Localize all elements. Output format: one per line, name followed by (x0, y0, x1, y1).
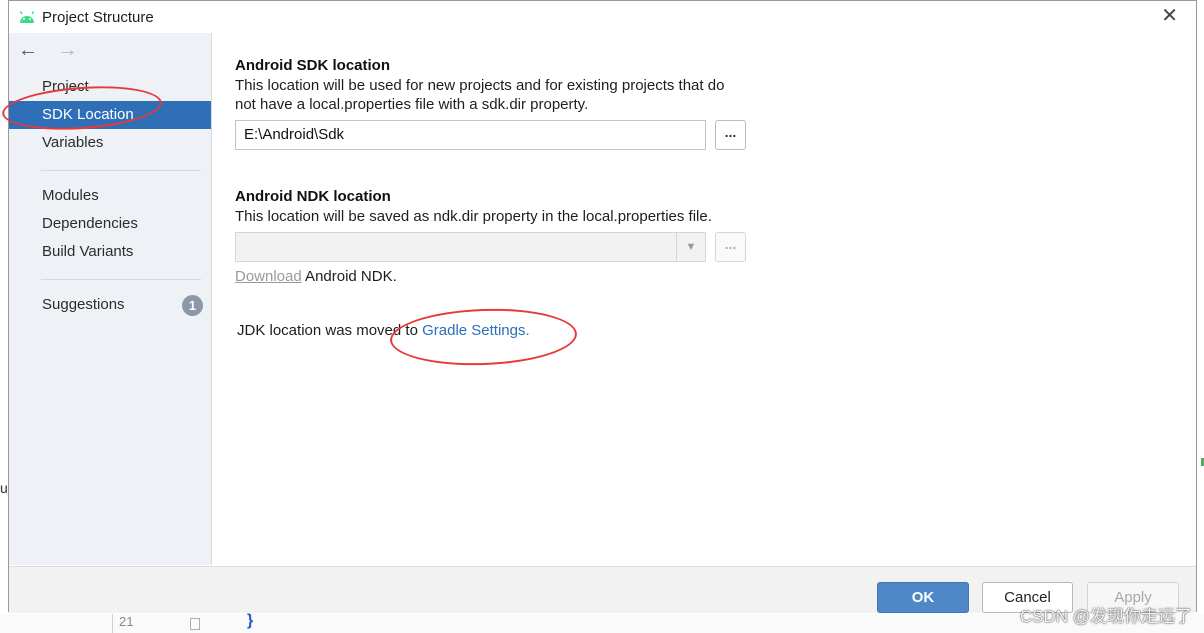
sidebar-divider (41, 279, 201, 280)
sidebar-item-project[interactable]: Project (9, 73, 211, 101)
chevron-down-icon[interactable]: ▼ (676, 233, 705, 261)
sdk-path-field[interactable]: E:\Android\Sdk (235, 120, 706, 150)
sidebar-item-suggestions[interactable]: Suggestions 1 (9, 291, 211, 319)
sdk-section-title: Android SDK location (235, 57, 390, 74)
nav-arrows: ← → (18, 39, 92, 62)
ndk-download-line: Download Android NDK. (235, 268, 397, 285)
watermark: CSDN @发现你走远了 (1019, 607, 1192, 626)
window-title: Project Structure (42, 9, 154, 26)
sidebar-item-sdk-location[interactable]: SDK Location (9, 101, 211, 129)
ndk-browse-button[interactable]: ... (715, 232, 746, 262)
background-text-fragment: u (0, 480, 8, 496)
sdk-browse-button[interactable]: ... (715, 120, 746, 150)
sidebar-item-label: Suggestions (42, 296, 125, 313)
sdk-description-line2: not have a local.properties file with a … (235, 96, 589, 113)
ndk-section-title: Android NDK location (235, 188, 391, 205)
forward-arrow-icon[interactable]: → (58, 39, 78, 62)
jdk-moved-line: JDK location was moved to Gradle Setting… (237, 322, 530, 339)
dialog-footer: OK Cancel Apply (9, 566, 1196, 613)
gradle-settings-link[interactable]: Gradle Settings. (422, 322, 530, 339)
sdk-description-line1: This location will be used for new proje… (235, 77, 725, 94)
sidebar: ← → Project SDK Location Variables Modul… (9, 33, 212, 565)
ok-button[interactable]: OK (877, 582, 969, 613)
background-fold-icon (190, 618, 200, 630)
close-icon[interactable]: ✕ (1161, 6, 1178, 26)
background-edge-left (0, 0, 8, 633)
sidebar-item-modules[interactable]: Modules (9, 182, 211, 210)
download-ndk-suffix: Android NDK. (301, 268, 397, 285)
ndk-description: This location will be saved as ndk.dir p… (235, 208, 712, 225)
back-arrow-icon[interactable]: ← (18, 39, 38, 62)
sidebar-item-variables[interactable]: Variables (9, 129, 211, 157)
suggestions-count-badge: 1 (182, 295, 203, 316)
android-icon (19, 11, 35, 23)
jdk-moved-text: JDK location was moved to (237, 322, 423, 339)
sdk-location-panel: Android SDK location This location will … (212, 33, 1196, 565)
sidebar-divider (41, 170, 201, 171)
ndk-path-dropdown[interactable]: ▼ (235, 232, 706, 262)
download-ndk-link[interactable]: Download (235, 268, 302, 285)
title-bar: Project Structure ✕ (9, 1, 1196, 33)
sidebar-item-build-variants[interactable]: Build Variants (9, 238, 211, 266)
background-brace: } (247, 612, 254, 629)
sidebar-item-dependencies[interactable]: Dependencies (9, 210, 211, 238)
background-line-number: 21 (112, 614, 259, 633)
project-structure-dialog: Project Structure ✕ ← → Project SDK Loca… (8, 0, 1197, 613)
